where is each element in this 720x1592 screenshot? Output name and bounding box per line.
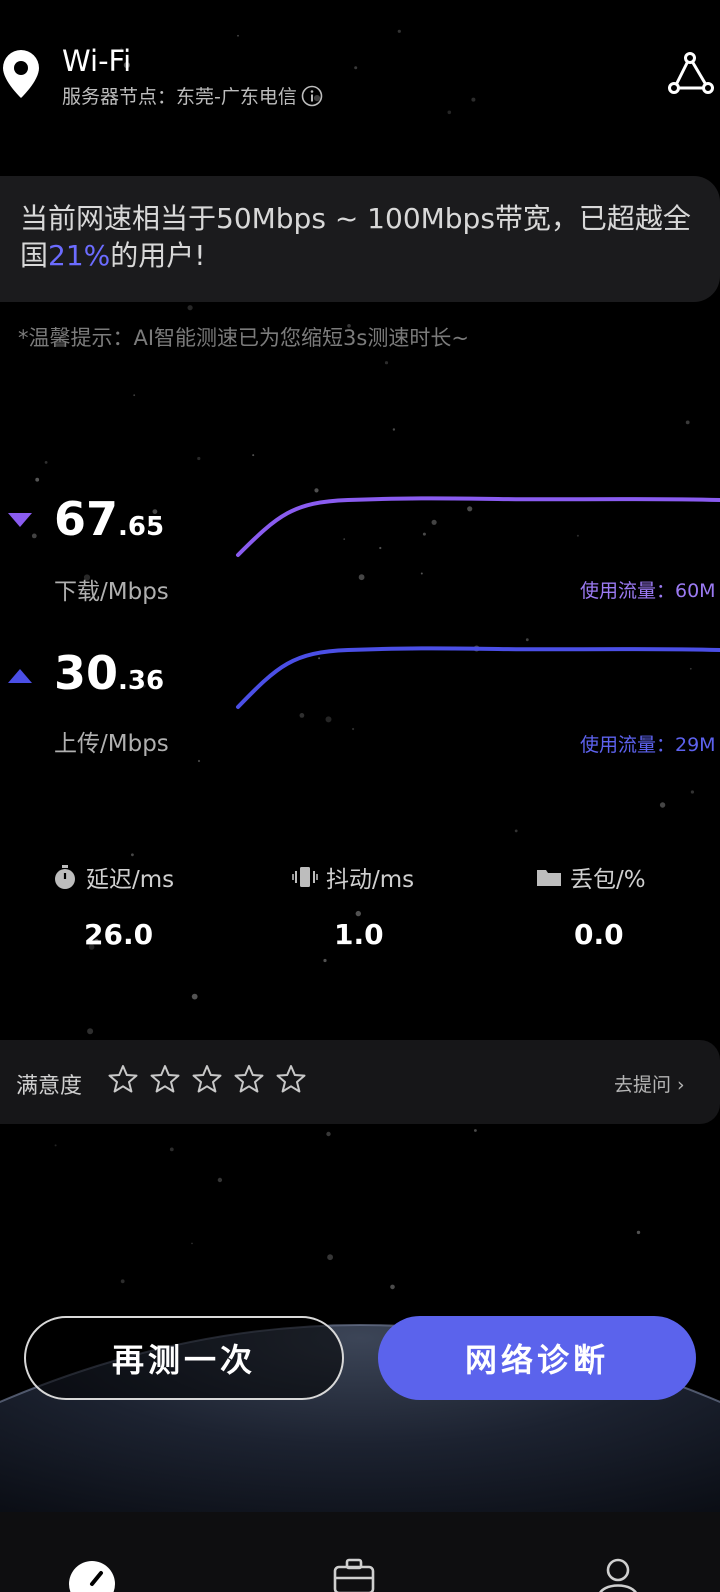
download-data-usage: 使用流量：60M <box>580 580 716 602</box>
folder-icon <box>537 870 561 886</box>
packet-loss-value: 0.0 <box>574 918 624 951</box>
toolbox-icon[interactable] <box>330 1556 378 1592</box>
satisfaction-label: 满意度 <box>16 1074 83 1099</box>
star-rating-5-icon[interactable] <box>276 1064 306 1094</box>
upload-speed-dec: .36 <box>118 666 165 696</box>
packet-loss-metric: 丢包/% 0.0 <box>536 860 720 951</box>
jitter-metric: 抖动/ms 1.0 <box>292 860 512 951</box>
retest-button[interactable]: 再测一次 <box>24 1316 344 1400</box>
upload-arrow-icon <box>8 669 32 683</box>
server-node-label: 服务器节点：东莞-广东电信 <box>62 86 297 108</box>
info-icon[interactable] <box>301 85 323 107</box>
download-unit-label: 下载/Mbps <box>54 579 169 605</box>
star-rating-2-icon[interactable] <box>150 1064 180 1094</box>
location-pin-icon[interactable] <box>0 48 42 102</box>
download-speed-curve <box>236 496 720 557</box>
server-node-info: 服务器节点：东莞-广东电信 <box>62 82 323 109</box>
download-speed-int: 67 <box>54 492 119 546</box>
latency-metric: 延迟/ms 26.0 <box>52 860 272 951</box>
upload-unit-label: 上传/Mbps <box>54 731 169 757</box>
speed-summary-banner: 当前网速相当于50Mbps ~ 100Mbps带宽，已超越全国21%的用户! <box>0 176 720 302</box>
network-diagnosis-button[interactable]: 网络诊断 <box>378 1316 696 1400</box>
jitter-label: 抖动/ms <box>326 867 415 893</box>
vibration-icon <box>292 867 318 887</box>
ai-speedup-tip: *温馨提示：AI智能测速已为您缩短3s测速时长~ <box>18 326 469 350</box>
download-speed-value: 67.65 <box>54 492 164 546</box>
jitter-value: 1.0 <box>334 918 384 951</box>
upload-speed-curve <box>236 646 720 709</box>
download-arrow-icon <box>8 513 32 527</box>
upload-data-usage: 使用流量：29M <box>580 734 716 756</box>
packet-loss-label: 丢包/% <box>570 867 646 893</box>
user-icon[interactable] <box>594 1556 642 1592</box>
speedometer-icon[interactable] <box>68 1556 116 1592</box>
ask-question-link[interactable]: 去提问 › <box>614 1070 685 1097</box>
star-rating-4-icon[interactable] <box>234 1064 264 1094</box>
route-share-icon[interactable] <box>668 50 714 96</box>
percentile-highlight: 21% <box>48 239 111 272</box>
download-speed-dec: .65 <box>118 512 165 542</box>
latency-value: 26.0 <box>84 918 154 951</box>
latency-label: 延迟/ms <box>86 867 175 893</box>
network-type-title: Wi-Fi <box>62 44 132 78</box>
upload-speed-value: 30.36 <box>54 646 164 700</box>
upload-speed-int: 30 <box>54 646 119 700</box>
stopwatch-icon <box>55 865 75 889</box>
summary-suffix: 的用户! <box>110 239 206 272</box>
star-rating-3-icon[interactable] <box>192 1064 222 1094</box>
star-rating-1-icon[interactable] <box>108 1064 138 1094</box>
